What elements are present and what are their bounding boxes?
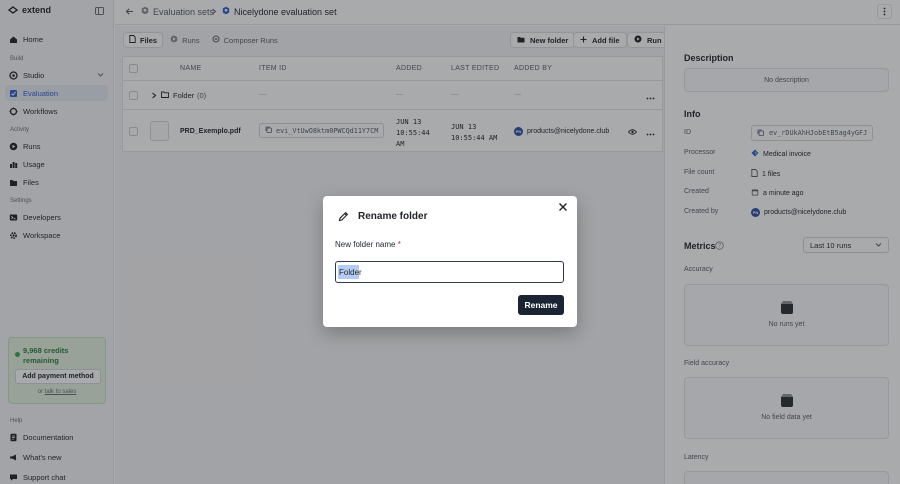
folder-name-label: New folder name * [335, 240, 401, 249]
required-asterisk: * [397, 240, 401, 249]
rename-button[interactable]: Rename [518, 295, 564, 315]
close-icon[interactable] [558, 202, 568, 214]
dialog-title: Rename folder [358, 211, 428, 222]
folder-name-input[interactable] [335, 261, 564, 283]
rename-folder-dialog: Rename folder New folder name * Rename [323, 196, 577, 327]
pencil-icon [338, 211, 349, 224]
field-label: New folder name [335, 240, 396, 249]
